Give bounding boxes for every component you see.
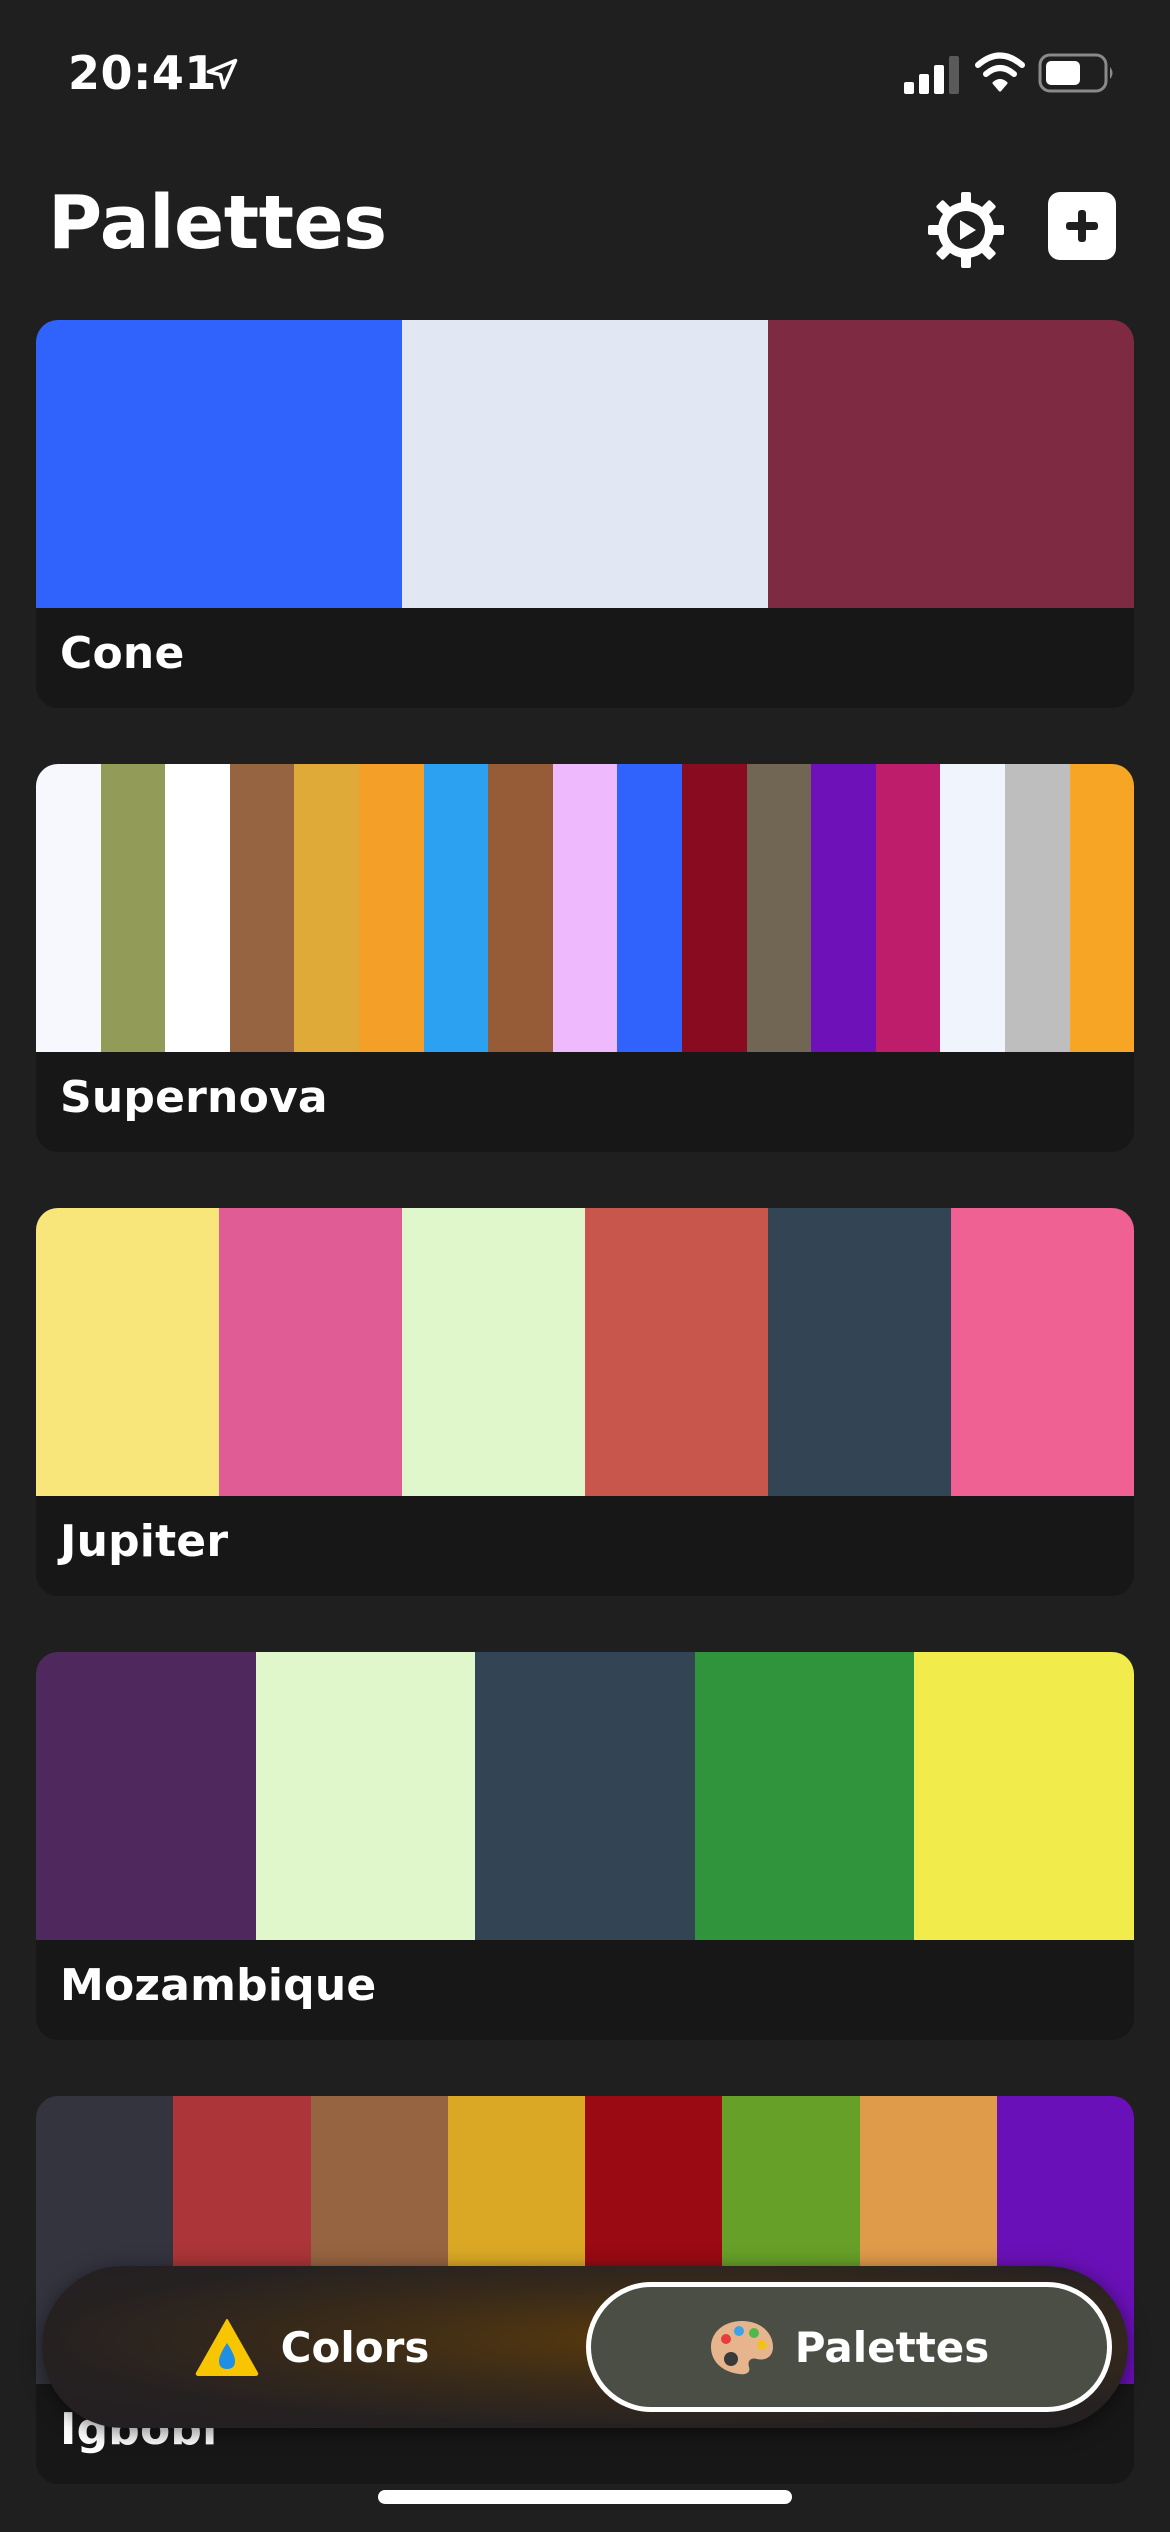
palette-name: Jupiter xyxy=(60,1516,229,1567)
palette-swatches xyxy=(36,1208,1134,1496)
location-arrow-icon xyxy=(206,58,238,90)
color-swatch xyxy=(402,320,768,608)
color-swatch xyxy=(165,764,230,1052)
color-swatch xyxy=(36,764,101,1052)
settings-button[interactable] xyxy=(926,190,1006,270)
gear-icon xyxy=(928,192,1004,268)
color-swatch xyxy=(100,764,166,1052)
color-swatch xyxy=(1004,764,1070,1052)
color-swatch xyxy=(811,764,876,1052)
palette-card-jupiter[interactable]: Jupiter xyxy=(36,1208,1134,1596)
artist-palette-icon xyxy=(710,2321,773,2375)
palette-card-mozambique[interactable]: Mozambique xyxy=(36,1652,1134,2040)
color-swatch xyxy=(951,1208,1134,1496)
cellular-signal-icon xyxy=(904,56,959,94)
color-swatch xyxy=(681,764,747,1052)
color-swatch xyxy=(914,1652,1134,1940)
color-swatch xyxy=(294,764,359,1052)
status-bar: 20:41 xyxy=(0,0,1170,150)
palette-card-cone[interactable]: Cone xyxy=(36,320,1134,708)
tab-palettes[interactable]: Palettes xyxy=(586,2282,1112,2412)
screen: 20:41 Palettes Cone Supernova Jupiter Mo… xyxy=(0,0,1170,2532)
palette-card-supernova[interactable]: Supernova xyxy=(36,764,1134,1152)
color-swatch xyxy=(402,1208,585,1496)
color-swatch xyxy=(940,764,1005,1052)
color-swatch xyxy=(768,1208,951,1496)
color-swatch xyxy=(36,1652,256,1940)
palette-swatches xyxy=(36,1652,1134,1940)
palette-name: Supernova xyxy=(60,1072,328,1123)
tab-colors-label: Colors xyxy=(280,2322,430,2372)
color-swatch xyxy=(617,764,682,1052)
page-title: Palettes xyxy=(48,180,387,266)
color-swatch xyxy=(36,320,402,608)
color-swatch xyxy=(36,1208,219,1496)
color-swatch xyxy=(475,1652,695,1940)
color-swatch xyxy=(768,320,1134,608)
status-time: 20:41 xyxy=(68,46,217,100)
color-swatch xyxy=(255,1652,476,1940)
color-swatch xyxy=(552,764,618,1052)
tab-bar: Colors Palettes xyxy=(42,2266,1128,2428)
home-indicator[interactable] xyxy=(378,2490,792,2504)
color-swatch xyxy=(1069,764,1134,1052)
color-swatch xyxy=(423,764,489,1052)
wifi-icon xyxy=(975,52,1025,92)
header: Palettes xyxy=(0,160,1170,300)
color-swatch xyxy=(488,764,553,1052)
palette-swatches xyxy=(36,764,1134,1052)
battery-icon xyxy=(1038,53,1113,93)
color-swatch xyxy=(229,764,295,1052)
tab-colors[interactable]: Colors xyxy=(42,2266,582,2428)
palette-name: Mozambique xyxy=(60,1960,377,2011)
color-swatch xyxy=(219,1208,402,1496)
palette-name: Cone xyxy=(60,628,185,679)
add-palette-button[interactable] xyxy=(1048,192,1116,260)
plus-icon xyxy=(1066,210,1098,242)
tab-palettes-label: Palettes xyxy=(794,2322,990,2372)
color-swatch xyxy=(358,764,424,1052)
color-swatch xyxy=(694,1652,915,1940)
color-swatch xyxy=(746,764,812,1052)
drop-icon xyxy=(195,2319,258,2376)
color-swatch xyxy=(875,764,941,1052)
palette-swatches xyxy=(36,320,1134,608)
color-swatch xyxy=(585,1208,768,1496)
